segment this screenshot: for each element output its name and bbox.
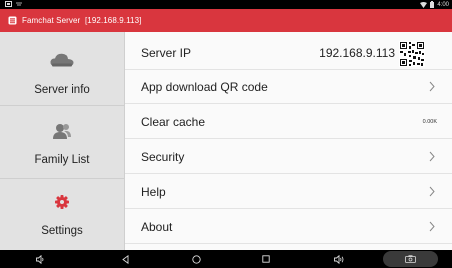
back-icon[interactable] (118, 250, 132, 268)
sidebar-item-label: Family List (34, 154, 90, 166)
status-time: 4:00 (437, 1, 449, 8)
row-about[interactable]: About (125, 210, 452, 244)
home-icon[interactable] (189, 250, 203, 268)
row-help[interactable]: Help (125, 175, 452, 209)
settings-list: Server IP 192.168.9.113 App download QR … (125, 32, 452, 250)
cloud-icon (0, 53, 124, 67)
notification-icon (5, 1, 12, 7)
sidebar-item-settings[interactable]: Settings (0, 179, 124, 250)
wifi-icon (420, 1, 428, 8)
screenshot-icon (405, 255, 416, 263)
row-label: App download QR code (141, 79, 268, 94)
row-clear-cache[interactable]: Clear cache 0.00K (125, 105, 452, 139)
recents-icon[interactable] (259, 250, 273, 268)
row-security[interactable]: Security (125, 140, 452, 174)
qr-code-icon[interactable] (399, 41, 425, 67)
row-app-download-qr[interactable]: App download QR code (125, 70, 452, 104)
volume-down-icon[interactable] (33, 250, 47, 268)
screenshot-button[interactable] (383, 251, 438, 267)
people-icon (0, 123, 124, 139)
chevron-right-icon (429, 81, 435, 92)
server-icon (8, 16, 17, 25)
gear-icon (0, 195, 124, 209)
cache-size-value: 0.00K (422, 118, 437, 125)
battery-icon (430, 1, 435, 8)
chevron-right-icon (429, 186, 435, 197)
row-label: Server IP (141, 45, 192, 60)
app-title-bar: Famchat Server [192.168.9.113] (0, 9, 452, 32)
server-ip-value: 192.168.9.113 (319, 45, 395, 60)
row-label: About (141, 219, 173, 234)
chevron-right-icon (429, 221, 435, 232)
server-address: [192.168.9.113] (84, 16, 142, 25)
navigation-bar (0, 250, 452, 268)
row-label: Help (141, 184, 166, 199)
row-server-ip: Server IP 192.168.9.113 (125, 36, 452, 70)
row-label: Clear cache (141, 114, 206, 129)
cast-icon (16, 2, 22, 5)
row-label: Security (141, 149, 185, 164)
sidebar-item-server-info[interactable]: Server info (0, 32, 124, 105)
sidebar-item-family-list[interactable]: Family List (0, 106, 124, 178)
app-title: Famchat Server [192.168.9.113] (22, 16, 142, 25)
status-bar: 4:00 (0, 0, 452, 9)
chevron-right-icon (429, 151, 435, 162)
sidebar-item-label: Server info (34, 84, 90, 96)
volume-up-icon[interactable] (331, 250, 347, 268)
sidebar: Server info Family List Settings (0, 32, 124, 250)
sidebar-item-label: Settings (41, 225, 83, 237)
